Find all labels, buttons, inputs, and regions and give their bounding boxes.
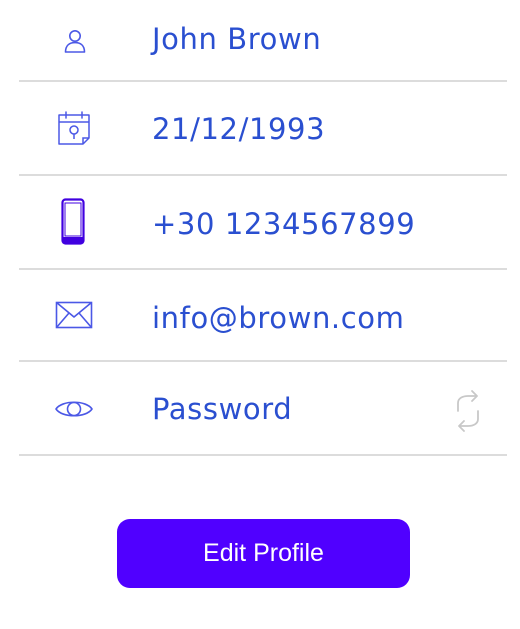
password-label: Password xyxy=(152,392,293,426)
eye-icon[interactable] xyxy=(54,397,94,421)
birthdate-value: 21/12/1993 xyxy=(152,112,326,146)
profile-row-name[interactable]: John Brown xyxy=(19,0,507,80)
email-value: info@brown.com xyxy=(152,301,405,335)
phone-icon xyxy=(61,198,85,245)
profile-row-birthdate[interactable]: 21/12/1993 xyxy=(19,82,507,174)
calendar-icon xyxy=(58,111,90,145)
phone-value: +30 1234567899 xyxy=(152,207,416,241)
divider xyxy=(19,454,507,456)
refresh-icon[interactable] xyxy=(450,389,486,433)
name-value: John Brown xyxy=(152,22,322,56)
mail-icon xyxy=(55,301,93,329)
edit-profile-button[interactable]: Edit Profile xyxy=(117,519,410,588)
profile-row-email[interactable]: info@brown.com xyxy=(19,270,507,360)
profile-row-phone[interactable]: +30 1234567899 xyxy=(19,176,507,268)
profile-row-password[interactable]: Password xyxy=(19,362,507,454)
user-icon xyxy=(64,30,86,53)
